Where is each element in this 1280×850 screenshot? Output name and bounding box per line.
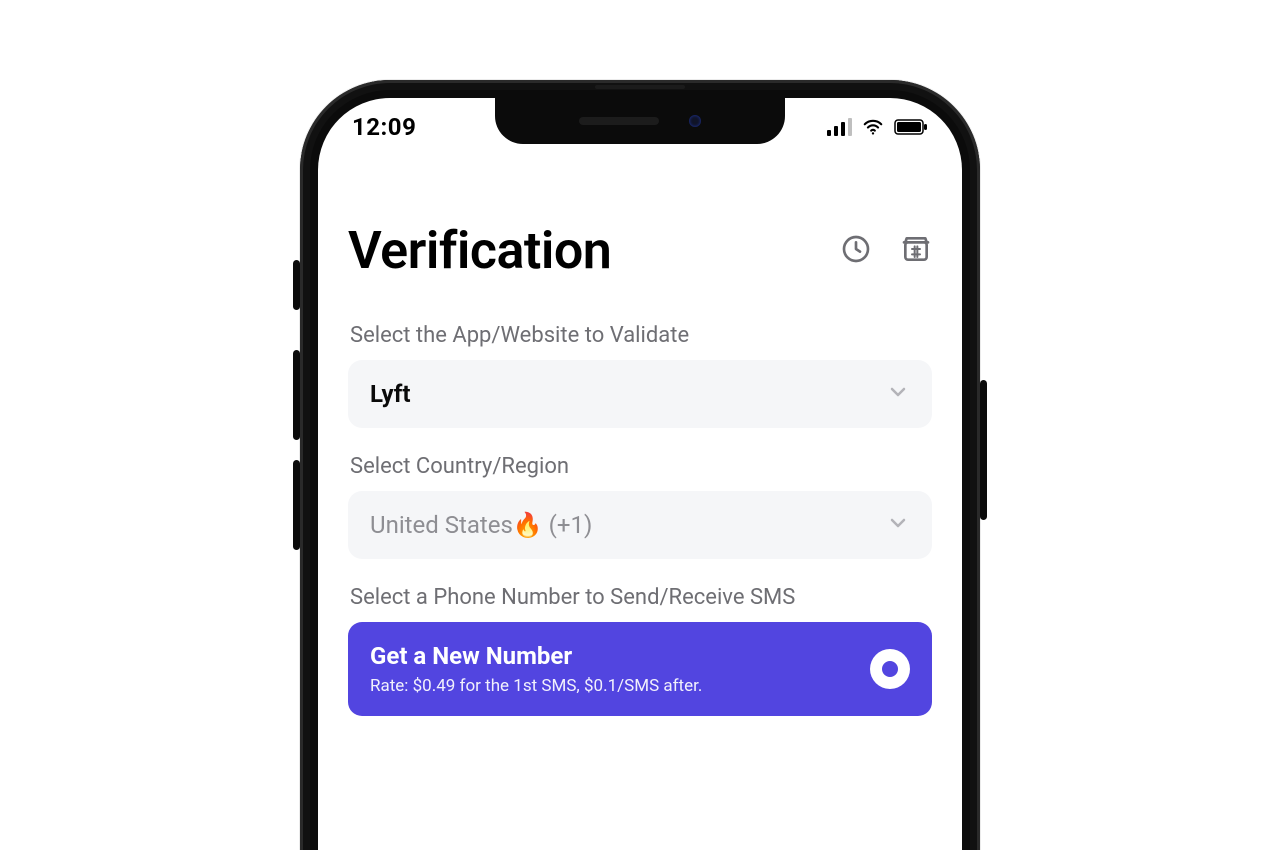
- app-select-value: Lyft: [370, 380, 410, 408]
- page-title: Verification: [348, 220, 611, 281]
- cta-text: Get a New Number Rate: $0.49 for the 1st…: [370, 642, 702, 696]
- country-select[interactable]: United States🔥 (+1): [348, 491, 932, 559]
- radio-selected-icon: [870, 649, 910, 689]
- page-header: Verification: [348, 220, 932, 281]
- app-select[interactable]: Lyft: [348, 360, 932, 428]
- battery-icon: [894, 119, 928, 135]
- status-time: 12:09: [352, 113, 416, 141]
- screen: 12:09: [318, 98, 962, 850]
- number-archive-icon[interactable]: [900, 233, 932, 269]
- cta-subtitle: Rate: $0.49 for the 1st SMS, $0.1/SMS af…: [370, 676, 702, 696]
- status-right: [827, 116, 928, 138]
- signal-icon: [827, 118, 852, 136]
- phone-number-label: Select a Phone Number to Send/Receive SM…: [350, 585, 930, 610]
- country-select-value: United States🔥 (+1): [370, 511, 592, 539]
- chevron-down-icon: [886, 511, 910, 539]
- side-button-mute: [293, 260, 300, 310]
- get-new-number-button[interactable]: Get a New Number Rate: $0.49 for the 1st…: [348, 622, 932, 716]
- history-icon[interactable]: [840, 233, 872, 269]
- app-select-label: Select the App/Website to Validate: [350, 323, 930, 348]
- side-button-vol-down: [293, 460, 300, 550]
- side-button-power: [980, 380, 987, 520]
- wifi-icon: [862, 116, 884, 138]
- status-bar: 12:09: [318, 98, 962, 156]
- country-select-label: Select Country/Region: [350, 454, 930, 479]
- cta-title: Get a New Number: [370, 642, 702, 670]
- chevron-down-icon: [886, 380, 910, 408]
- phone-frame: 12:09: [300, 80, 980, 850]
- side-button-vol-up: [293, 350, 300, 440]
